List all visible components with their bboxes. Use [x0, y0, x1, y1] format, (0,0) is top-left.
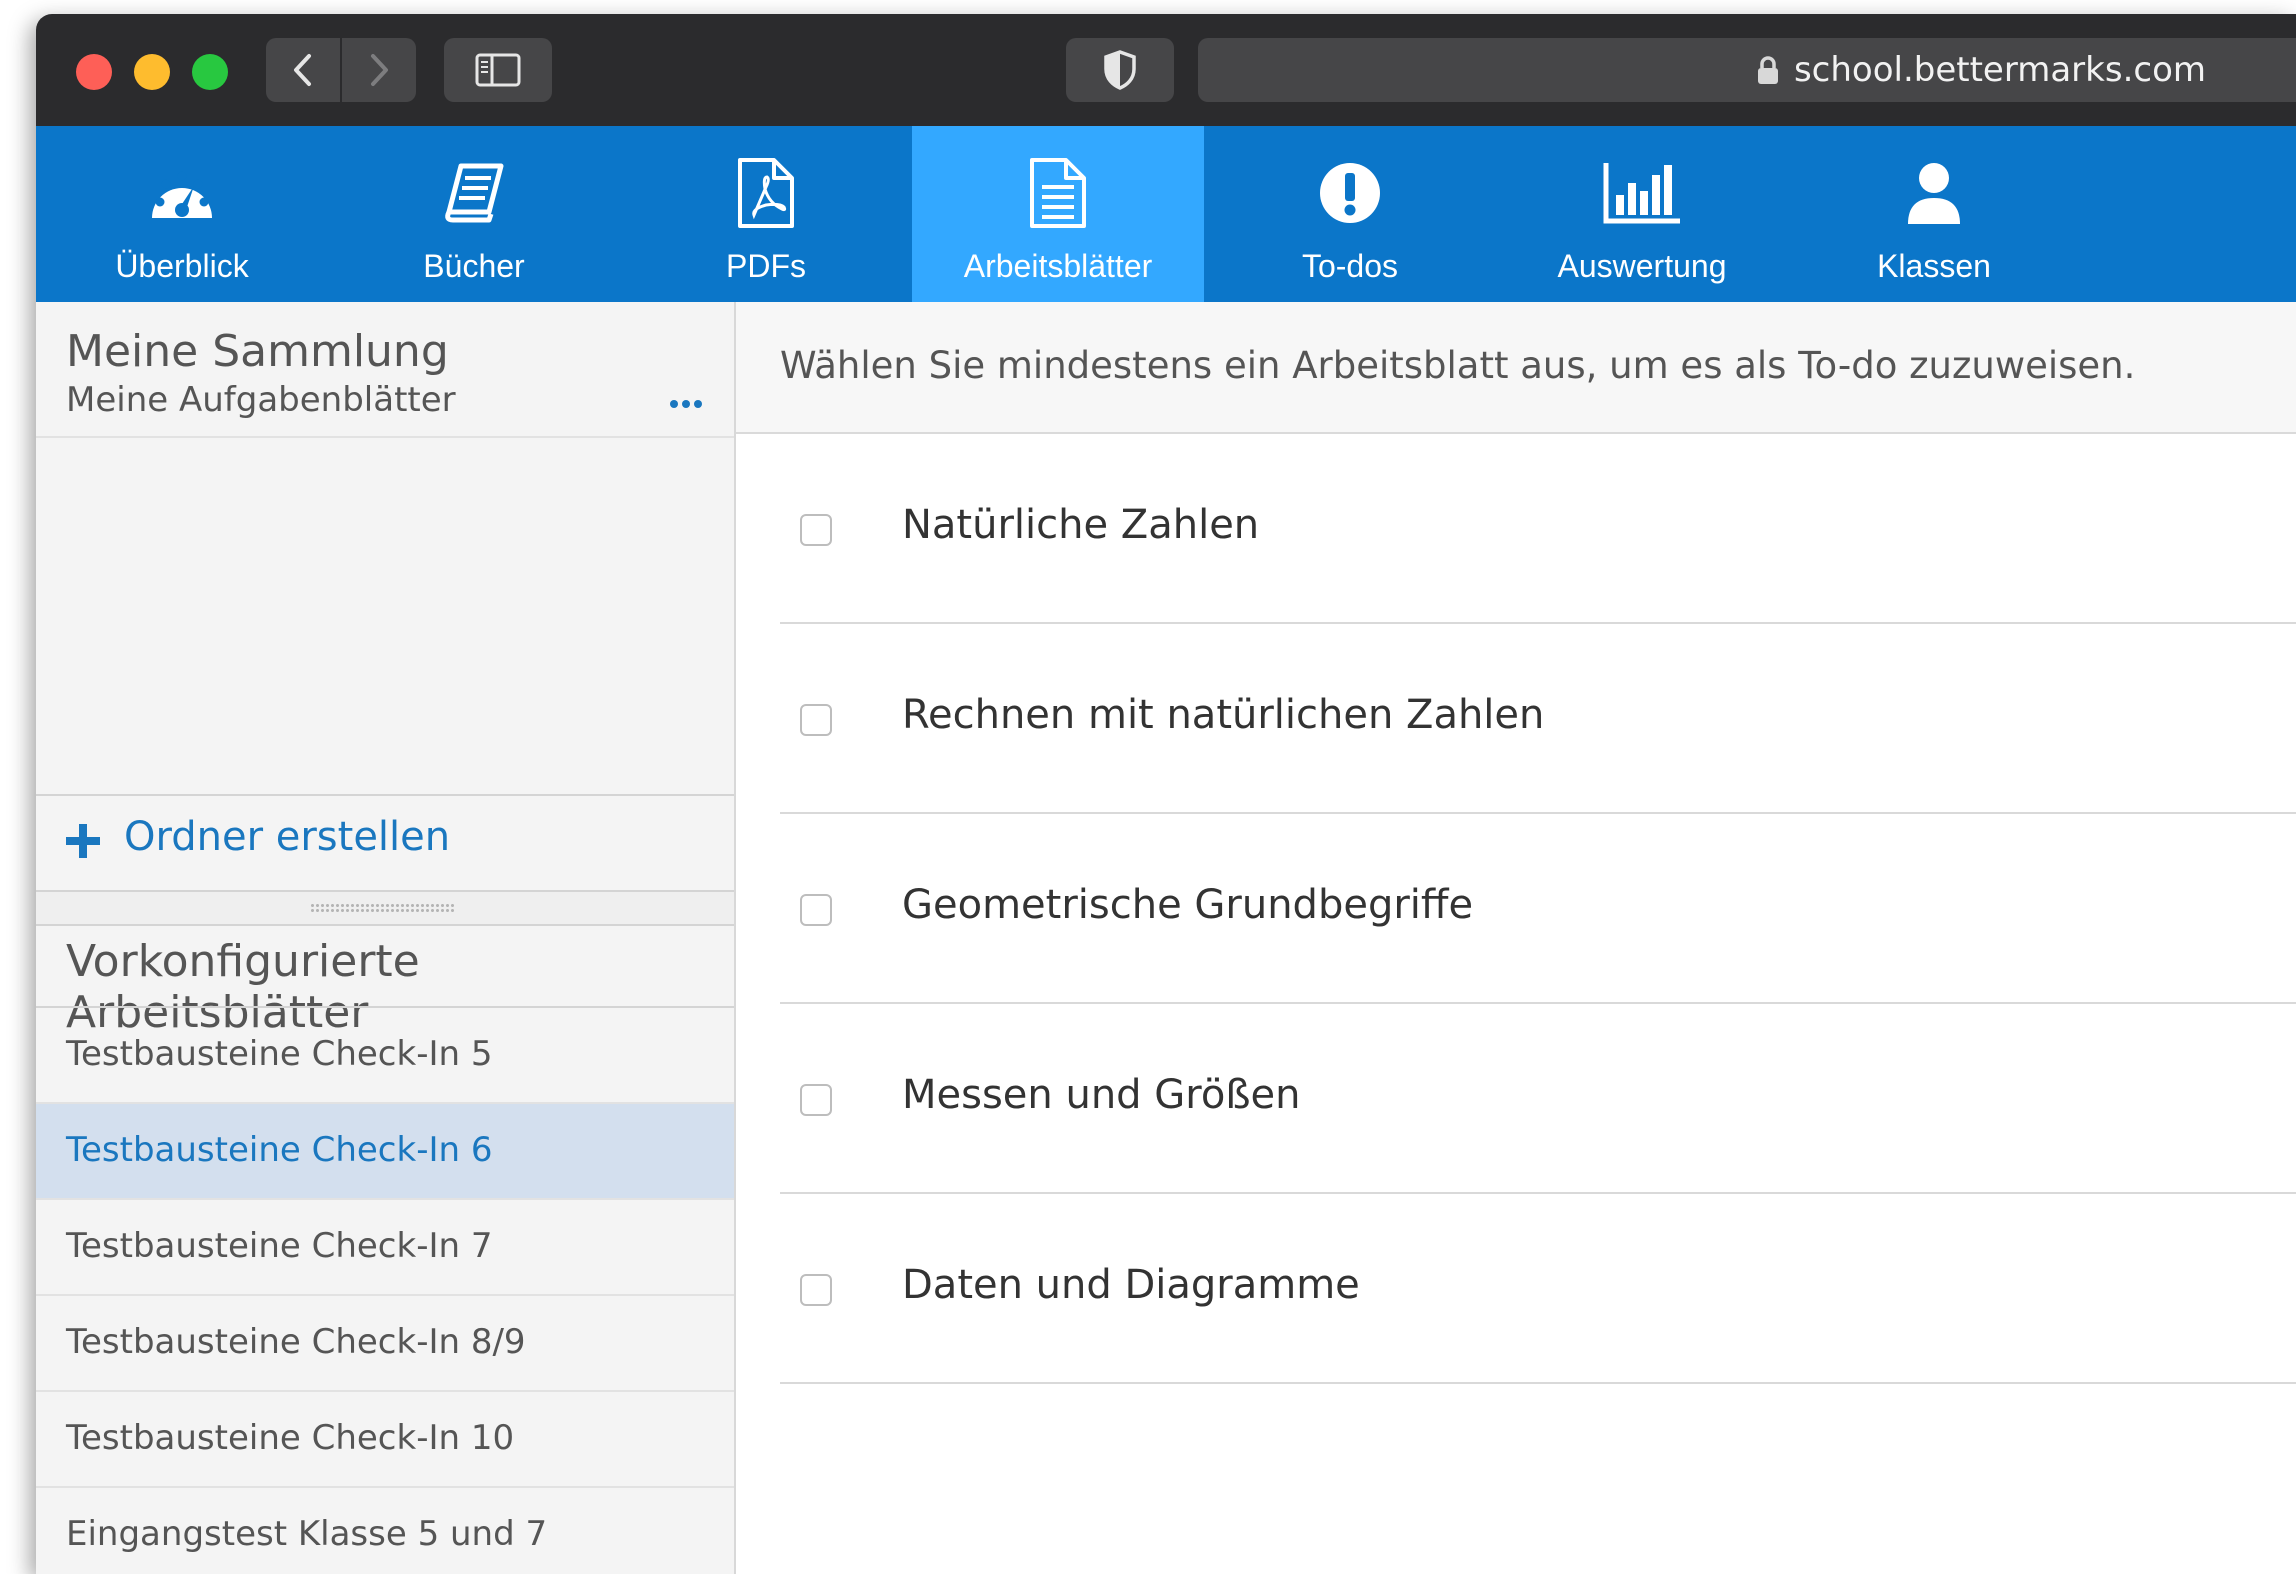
worksheet-row[interactable]: Messen und Größen	[780, 1004, 2296, 1194]
sidebar-item-label: Testbausteine Check-In 6	[66, 1130, 493, 1170]
sidebar-item-label: Testbausteine Check-In 7	[66, 1226, 493, 1266]
grip-icon	[310, 903, 456, 913]
bar-chart-icon	[1603, 163, 1680, 224]
lock-icon	[1757, 56, 1778, 84]
worksheet-checkbox[interactable]	[800, 1274, 832, 1306]
sidebar-item-check-in-8-9[interactable]: Testbausteine Check-In 8/9	[36, 1296, 734, 1392]
tab-ueberblick[interactable]: Überblick	[36, 126, 328, 302]
worksheet-label: Rechnen mit natürlichen Zahlen	[902, 692, 1545, 738]
tab-auswertung[interactable]: Auswertung	[1496, 126, 1788, 302]
instruction-text: Wählen Sie mindestens ein Arbeitsblatt a…	[780, 344, 2136, 387]
chevron-right-icon	[371, 54, 388, 86]
worksheet-label: Daten und Diagramme	[902, 1262, 1360, 1308]
zoom-window-button[interactable]	[192, 54, 228, 90]
worksheet-checkbox[interactable]	[800, 894, 832, 926]
tab-label: Arbeitsblätter	[963, 248, 1153, 284]
tab-label: Auswertung	[1557, 248, 1727, 284]
worksheet-row[interactable]: Daten und Diagramme	[780, 1194, 2296, 1384]
worksheet-row[interactable]: Rechnen mit natürlichen Zahlen	[780, 624, 2296, 814]
pdf-icon	[738, 158, 794, 228]
back-button[interactable]	[266, 38, 340, 102]
worksheet-label: Geometrische Grundbegriffe	[902, 882, 1474, 928]
worksheet-label: Messen und Größen	[902, 1072, 1301, 1118]
tab-todos[interactable]: To-dos	[1204, 126, 1496, 302]
tab-label: Klassen	[1877, 248, 1991, 284]
more-options-icon[interactable]	[670, 400, 702, 408]
sidebar-toggle-button[interactable]	[444, 38, 552, 102]
sidebar-item-label: Testbausteine Check-In 8/9	[66, 1322, 526, 1362]
main-navigation: Überblick Bücher PDFs Arbeitsblätter To-…	[36, 126, 2296, 302]
forward-button[interactable]	[342, 38, 416, 102]
sidebar-item-eingangstest[interactable]: Eingangstest Klasse 5 und 7	[36, 1488, 734, 1574]
sidebar-item-label: Testbausteine Check-In 5	[66, 1034, 493, 1074]
address-bar[interactable]: school.bettermarks.com	[1198, 38, 2296, 102]
sidebar-item-label: Testbausteine Check-In 10	[66, 1418, 515, 1458]
worksheet-checkbox[interactable]	[800, 1084, 832, 1116]
sidebar-item-check-in-10[interactable]: Testbausteine Check-In 10	[36, 1392, 734, 1488]
plus-icon	[66, 824, 100, 858]
minimize-window-button[interactable]	[134, 54, 170, 90]
resize-handle[interactable]	[36, 890, 734, 926]
worksheet-row[interactable]: Geometrische Grundbegriffe	[780, 814, 2296, 1004]
browser-window: school.bettermarks.com Überblick Bücher …	[36, 14, 2296, 1574]
sidebar-item-check-in-6[interactable]: Testbausteine Check-In 6	[36, 1104, 734, 1200]
tab-label: Bücher	[423, 248, 525, 284]
worksheet-checkbox[interactable]	[800, 514, 832, 546]
instruction-bar: Wählen Sie mindestens ein Arbeitsblatt a…	[736, 302, 2296, 434]
user-icon	[1908, 163, 1960, 224]
tab-label: Überblick	[115, 248, 249, 284]
document-icon	[1030, 158, 1086, 228]
privacy-report-button[interactable]	[1066, 38, 1174, 102]
book-icon	[445, 163, 504, 223]
browser-titlebar: school.bettermarks.com	[36, 14, 2296, 126]
dashboard-icon	[152, 171, 212, 218]
sidebar-item-meine-aufgabenblaetter[interactable]: Meine Aufgabenblätter	[36, 368, 734, 438]
tab-buecher[interactable]: Bücher	[328, 126, 620, 302]
worksheet-row[interactable]: Natürliche Zahlen	[780, 434, 2296, 624]
tab-label: PDFs	[726, 248, 806, 284]
sidebar-item-label: Meine Aufgabenblätter	[66, 380, 456, 420]
exclamation-icon	[1320, 163, 1380, 223]
main-content: Wählen Sie mindestens ein Arbeitsblatt a…	[736, 302, 2296, 1574]
close-window-button[interactable]	[76, 54, 112, 90]
sidebar-item-label: Eingangstest Klasse 5 und 7	[66, 1514, 548, 1554]
tab-label: To-dos	[1301, 248, 1399, 284]
create-folder-label: Ordner erstellen	[124, 814, 451, 860]
worksheet-label: Natürliche Zahlen	[902, 502, 1260, 548]
sidebar-icon	[475, 53, 521, 87]
shield-icon	[1104, 50, 1136, 90]
tab-arbeitsblaetter[interactable]: Arbeitsblätter	[912, 126, 1204, 302]
create-folder-button[interactable]: Ordner erstellen	[36, 796, 734, 888]
tab-pdfs[interactable]: PDFs	[620, 126, 912, 302]
url-text: school.bettermarks.com	[1793, 50, 2206, 90]
sidebar: Meine Sammlung Meine Aufgabenblätter Ord…	[36, 302, 736, 1574]
chevron-left-icon	[294, 54, 311, 86]
tab-klassen[interactable]: Klassen	[1788, 126, 2080, 302]
sidebar-item-check-in-5[interactable]: Testbausteine Check-In 5	[36, 1008, 734, 1104]
worksheet-checkbox[interactable]	[800, 704, 832, 736]
sidebar-item-check-in-7[interactable]: Testbausteine Check-In 7	[36, 1200, 734, 1296]
